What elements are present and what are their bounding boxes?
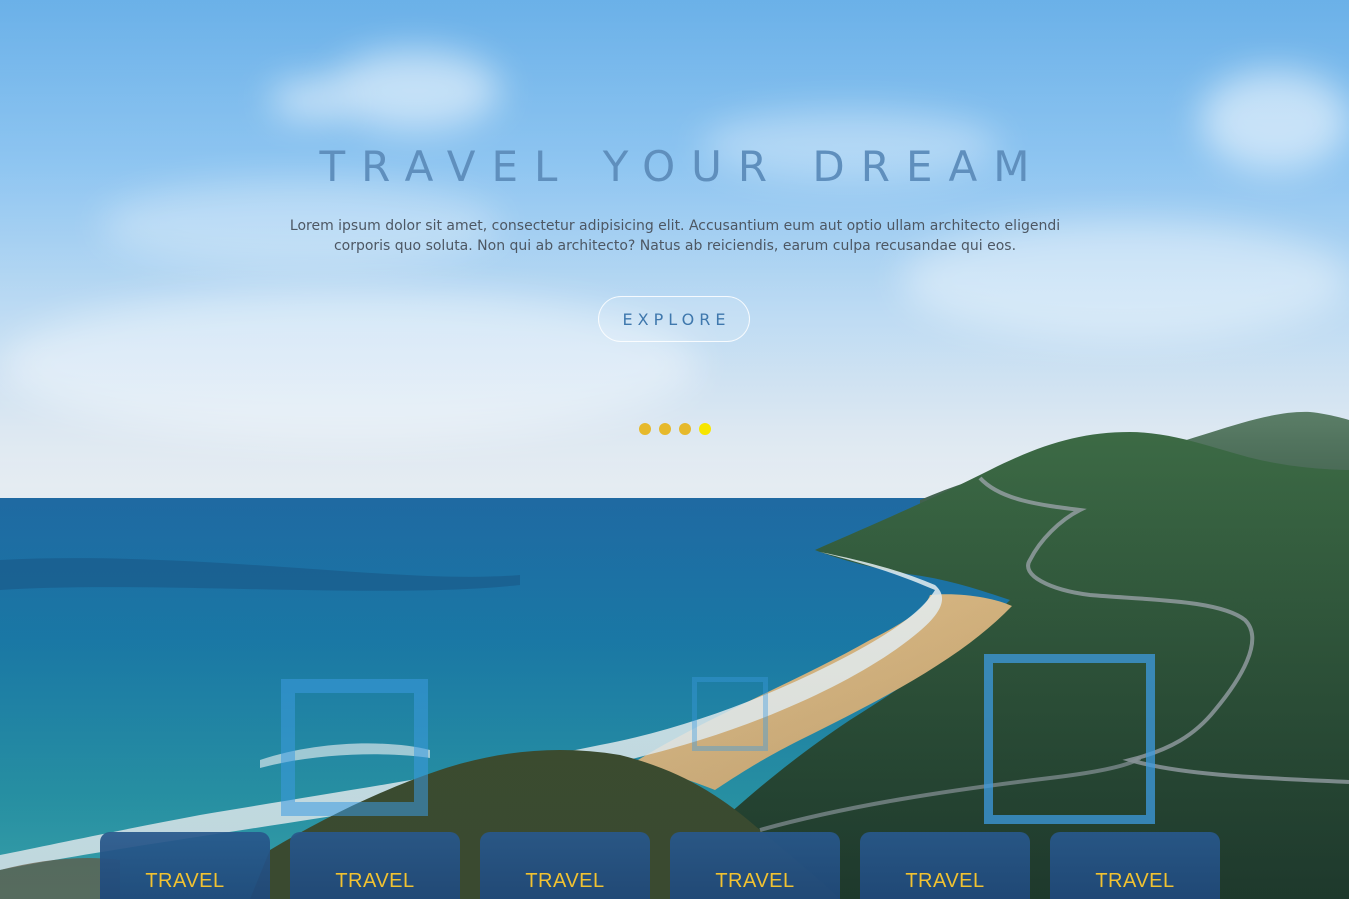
travel-card-label: TRAVEL [525, 870, 605, 892]
explore-button[interactable]: EXPLORE [598, 296, 750, 342]
travel-card-label: TRAVEL [905, 870, 985, 892]
slider-dots [639, 423, 711, 435]
travel-card-label: TRAVEL [715, 870, 795, 892]
hero-title: TRAVEL YOUR DREAM [319, 142, 1046, 191]
travel-card-label: TRAVEL [1095, 870, 1175, 892]
travel-card-label: TRAVEL [335, 870, 415, 892]
slider-dot[interactable] [679, 423, 691, 435]
travel-card[interactable]: TRAVEL [100, 832, 270, 899]
travel-card[interactable]: TRAVEL [290, 832, 460, 899]
hero-section: TRAVEL YOUR DREAM Lorem ipsum dolor sit … [0, 0, 1349, 899]
travel-card-label: TRAVEL [145, 870, 225, 892]
slider-dot[interactable] [659, 423, 671, 435]
travel-card[interactable]: TRAVEL [480, 832, 650, 899]
decorative-square [692, 677, 768, 751]
slider-dot[interactable] [639, 423, 651, 435]
hero-description: Lorem ipsum dolor sit amet, consectetur … [289, 218, 1061, 254]
travel-card[interactable]: TRAVEL [1050, 832, 1220, 899]
decorative-square [984, 654, 1155, 824]
slider-dot-active[interactable] [699, 423, 711, 435]
travel-card[interactable]: TRAVEL [670, 832, 840, 899]
decorative-square [281, 679, 428, 816]
travel-cards: TRAVEL TRAVEL TRAVEL TRAVEL TRAVEL TRAVE… [100, 832, 1220, 899]
travel-card[interactable]: TRAVEL [860, 832, 1030, 899]
